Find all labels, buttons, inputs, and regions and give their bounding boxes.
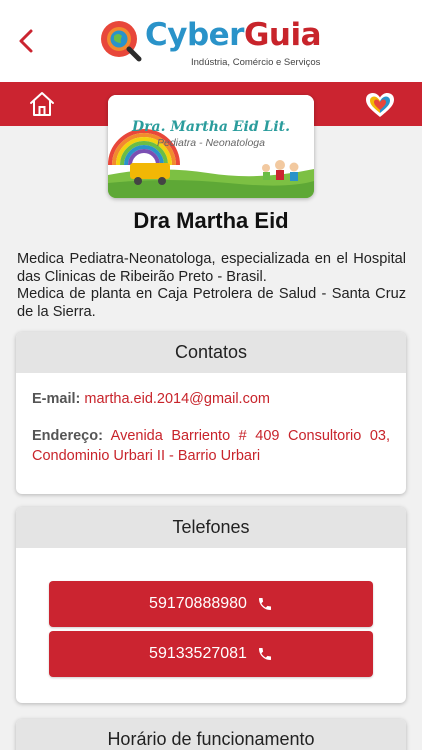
cyberguia-logo: CyberGuia Indústria, Comércio e Serviços	[99, 17, 329, 69]
banner-subtitle: Pediatra - Neonatologa	[157, 137, 265, 149]
profile-banner-image: Dra. Martha Eid Lit. Pediatra - Neonatol…	[108, 95, 314, 198]
phone-button-1[interactable]: 59170888980	[49, 581, 373, 627]
address-label: Endereço:	[32, 428, 103, 444]
phones-header: Telefones	[16, 507, 406, 548]
description-line-1: Medica Pediatra-Neonatologa, especializa…	[17, 251, 406, 285]
email-link[interactable]: martha.eid.2014@gmail.com	[84, 391, 270, 407]
email-label: E-mail:	[32, 391, 81, 407]
logo-globe-icon	[101, 21, 142, 62]
phone-number-1: 59170888980	[149, 595, 247, 612]
favorite-button[interactable]	[364, 90, 396, 120]
phone-icon	[257, 596, 273, 612]
phone-icon	[257, 646, 273, 662]
phone-number-2: 59133527081	[149, 645, 247, 662]
contacts-header: Contatos	[16, 332, 406, 373]
logo-tagline: Indústria, Comércio e Serviços	[191, 57, 321, 68]
hours-card: Horário de funcionamento	[16, 719, 406, 750]
heart-icon	[366, 93, 394, 117]
logo-word-cyber: Cyber	[145, 17, 244, 53]
home-icon	[30, 92, 54, 116]
home-button[interactable]	[29, 90, 55, 118]
email-row: E-mail: martha.eid.2014@gmail.com	[32, 389, 390, 409]
profile-name: Dra Martha Eid	[133, 208, 289, 233]
back-button[interactable]	[12, 24, 40, 58]
logo-wordmark: CyberGuia	[145, 17, 322, 53]
banner-title: Dra. Martha Eid Lit.	[131, 119, 291, 135]
app-header: CyberGuia Indústria, Comércio e Serviços	[0, 0, 422, 82]
chevron-left-icon	[19, 29, 33, 53]
contacts-card: Contatos E-mail: martha.eid.2014@gmail.c…	[16, 332, 406, 494]
phone-button-2[interactable]: 59133527081	[49, 631, 373, 677]
address-row: Endereço: Avenida Barriento # 409 Consul…	[32, 426, 390, 466]
logo-word-guia: Guia	[243, 17, 322, 53]
hours-header: Horário de funcionamento	[16, 719, 406, 750]
description-line-2: Medica de planta en Caja Petrolera de Sa…	[17, 286, 406, 320]
profile-description: Medica Pediatra-Neonatologa, especializa…	[17, 251, 406, 321]
